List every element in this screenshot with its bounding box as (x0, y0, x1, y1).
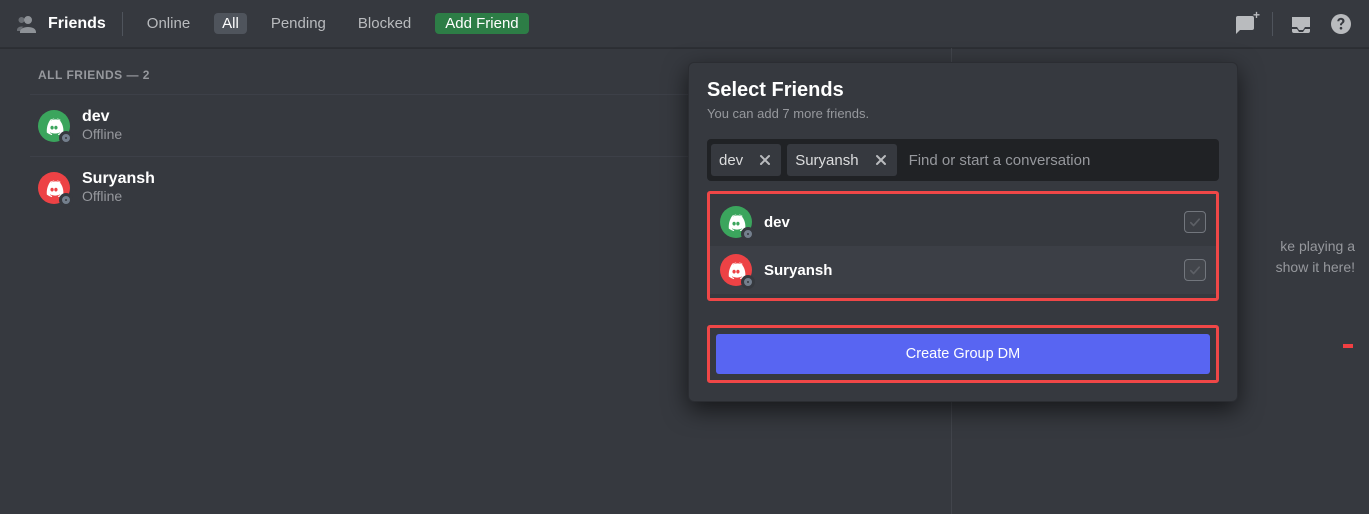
option-checkbox[interactable] (1184, 211, 1206, 233)
friend-status: Offline (82, 126, 122, 143)
friend-option-row[interactable]: dev (710, 198, 1216, 246)
avatar (720, 254, 752, 286)
friend-name: dev (82, 108, 122, 126)
friend-name: Suryansh (82, 170, 155, 188)
option-checkbox[interactable] (1184, 259, 1206, 281)
friend-status: Offline (82, 188, 155, 205)
friend-chip[interactable]: dev (711, 144, 781, 176)
toolbar-divider (122, 12, 123, 36)
tab-add-friend[interactable]: Add Friend (435, 13, 528, 34)
friends-toolbar: Friends Online All Pending Blocked Add F… (0, 0, 1369, 48)
tab-online[interactable]: Online (139, 13, 198, 34)
toolbar-divider (1272, 12, 1273, 36)
option-name: Suryansh (764, 262, 1184, 279)
status-offline-icon (741, 227, 755, 241)
tab-pending[interactable]: Pending (263, 13, 334, 34)
avatar (38, 172, 70, 204)
tab-all[interactable]: All (214, 13, 247, 34)
select-friends-popover: Select Friends You can add 7 more friend… (688, 62, 1238, 402)
avatar (720, 206, 752, 238)
friend-option-row[interactable]: Suryansh (710, 246, 1216, 294)
avatar (38, 110, 70, 142)
status-offline-icon (59, 193, 73, 207)
create-group-dm-button[interactable]: Create Group DM (716, 334, 1210, 374)
activity-hint: ke playing a show it here! (1276, 236, 1355, 278)
tab-blocked[interactable]: Blocked (350, 13, 419, 34)
friend-options-list: dev Suryansh (707, 191, 1219, 301)
inbox-button[interactable] (1289, 12, 1313, 36)
help-button[interactable] (1329, 12, 1353, 36)
status-offline-icon (59, 131, 73, 145)
plus-icon: + (1253, 8, 1260, 22)
people-icon (16, 12, 40, 36)
chip-label: dev (719, 152, 743, 169)
popover-subtitle: You can add 7 more friends. (707, 106, 1219, 121)
remove-chip-icon[interactable] (873, 152, 889, 168)
annotation-marker (1343, 344, 1353, 348)
status-offline-icon (741, 275, 755, 289)
friend-chip[interactable]: Suryansh (787, 144, 896, 176)
popover-title: Select Friends (707, 79, 1219, 102)
option-name: dev (764, 214, 1184, 231)
chip-label: Suryansh (795, 152, 858, 169)
remove-chip-icon[interactable] (757, 152, 773, 168)
new-group-dm-button[interactable]: + (1232, 12, 1256, 36)
friend-search-input[interactable] (903, 144, 1215, 176)
create-button-highlight: Create Group DM (707, 325, 1219, 383)
page-title: Friends (48, 15, 106, 33)
selected-chips-row[interactable]: dev Suryansh (707, 139, 1219, 181)
